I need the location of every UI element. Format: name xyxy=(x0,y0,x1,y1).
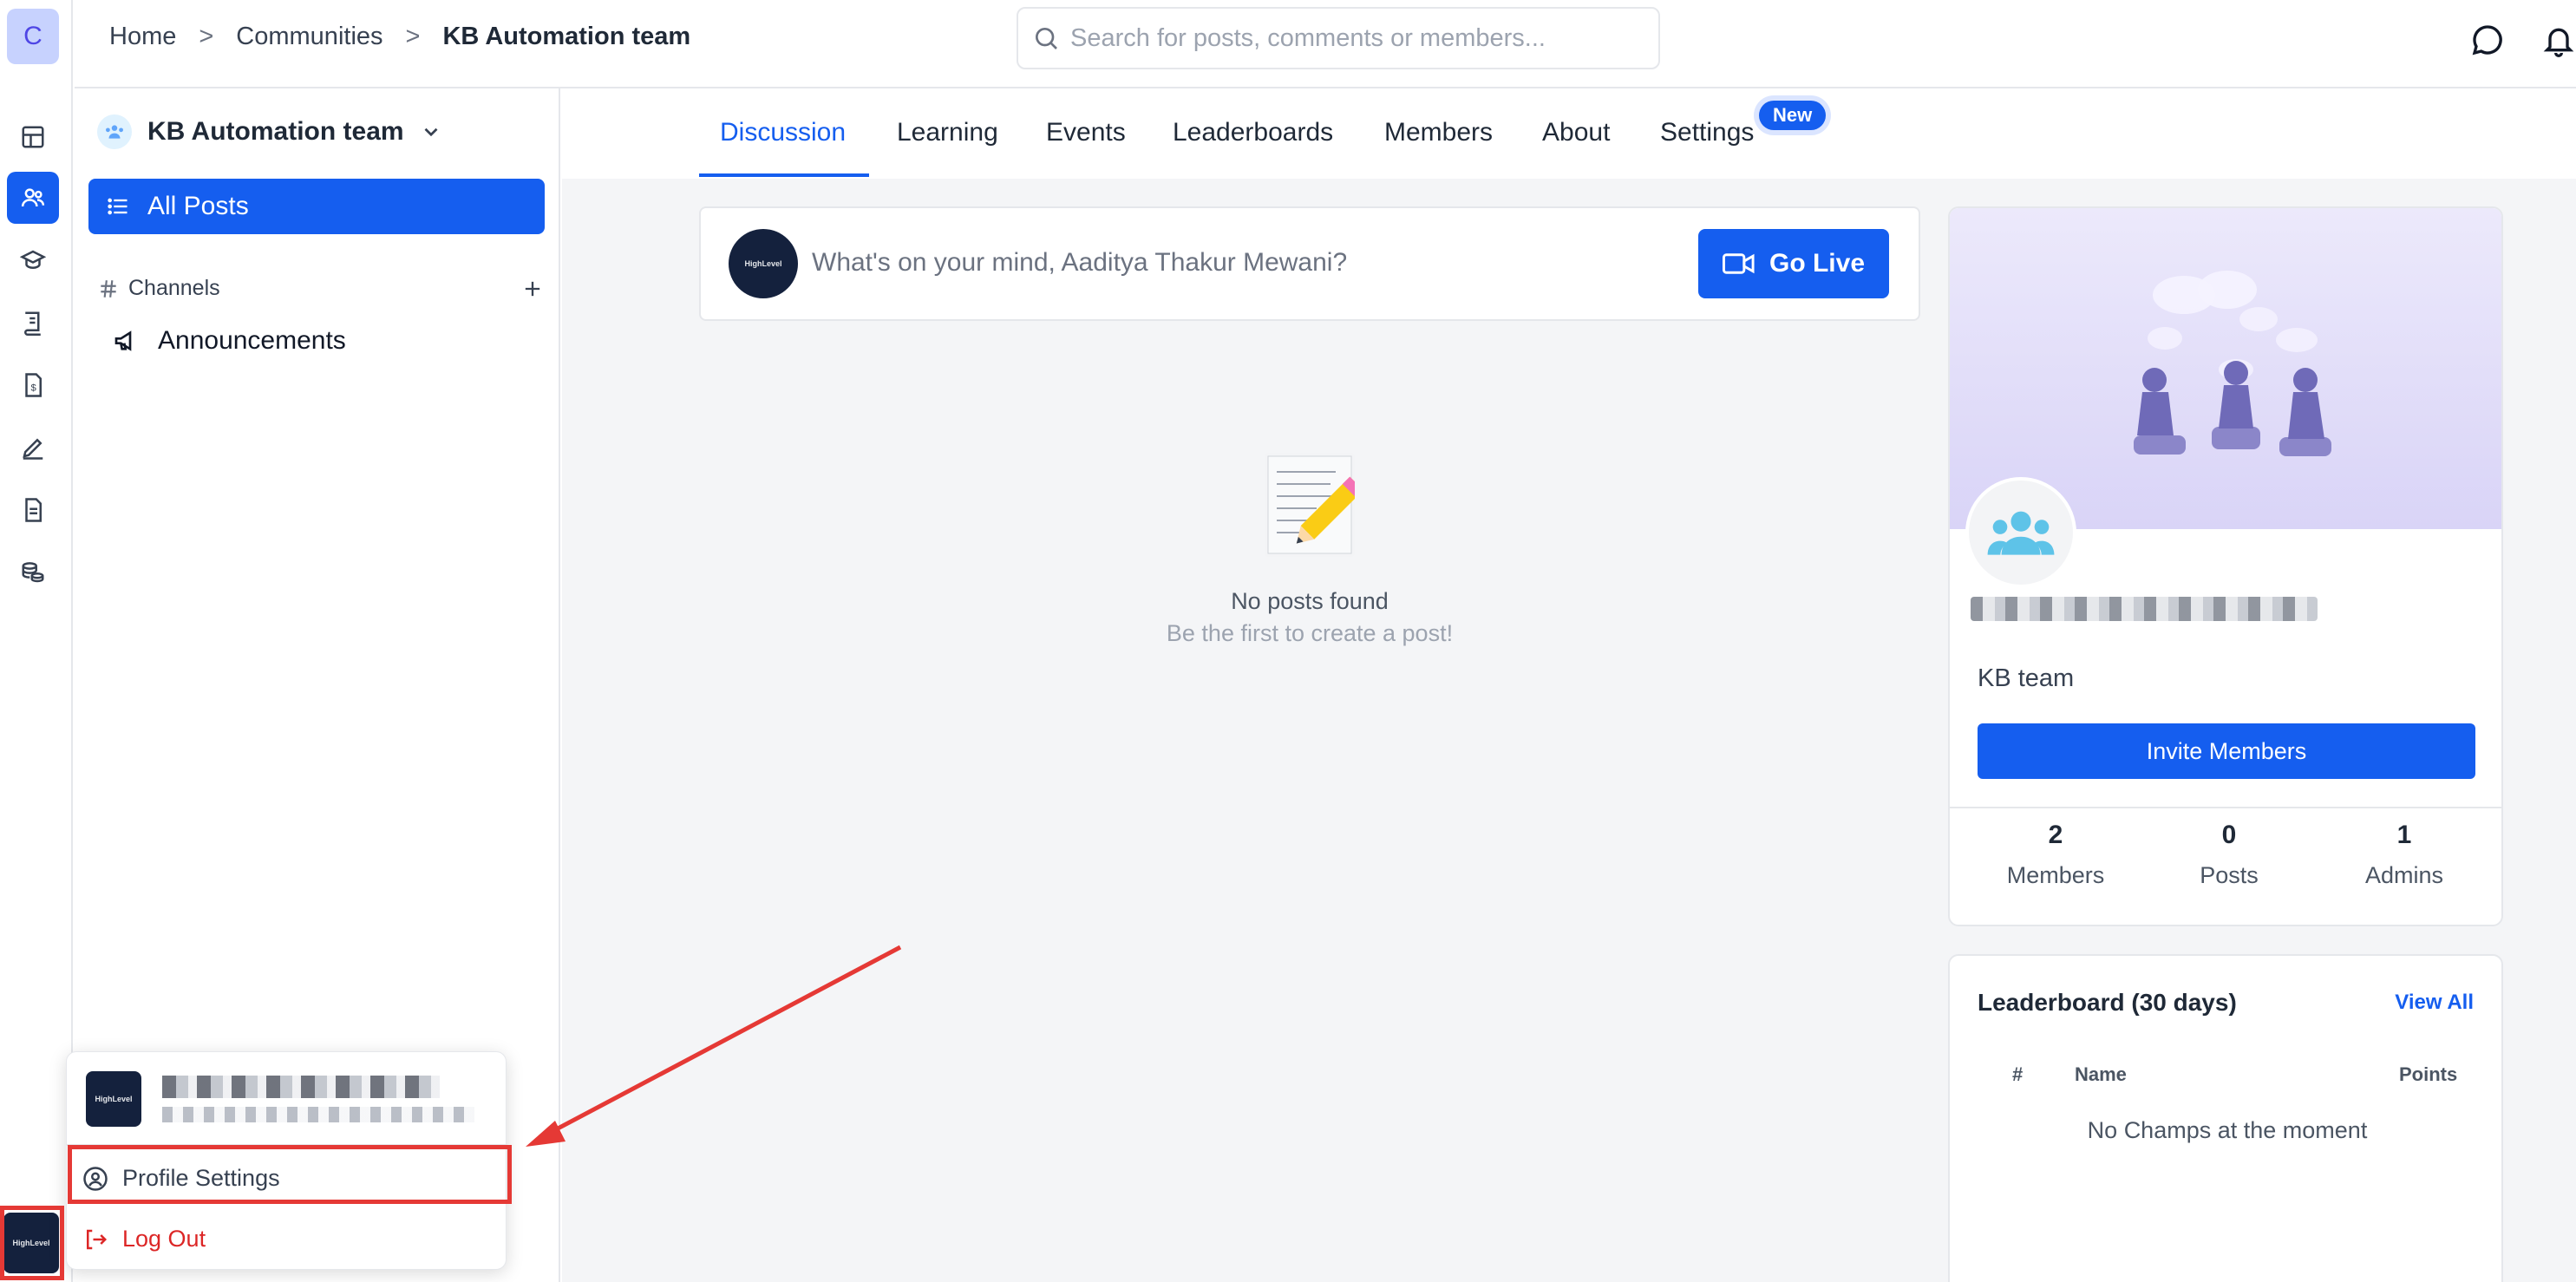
empty-title: No posts found xyxy=(1231,588,1389,614)
dashboard-icon[interactable] xyxy=(7,111,59,163)
highlevel-logo: HighLevel xyxy=(744,259,782,268)
leaderboard-title: Leaderboard (30 days) xyxy=(1978,989,2237,1016)
leaderboard-col-rank: # xyxy=(2012,1063,2024,1085)
coins-icon[interactable] xyxy=(7,546,59,598)
tab-discussion[interactable]: Discussion xyxy=(720,118,846,147)
leaderboard-col-name: Name xyxy=(2075,1063,2127,1085)
go-live-button[interactable]: Go Live xyxy=(1698,229,1889,298)
tab-leaderboards[interactable]: Leaderboards xyxy=(1173,118,1333,147)
channels-label: Channels xyxy=(128,276,220,300)
invite-members-button[interactable]: Invite Members xyxy=(1978,723,2475,779)
account-avatar[interactable]: C xyxy=(7,9,59,64)
memo-pencil-icon xyxy=(1265,453,1363,557)
community-about-card: KB team Invite Members 2 Members 0 Posts… xyxy=(1948,206,2503,926)
breadcrumb-separator: > xyxy=(199,23,214,50)
popup-avatar: HighLevel xyxy=(86,1071,141,1127)
chevron-down-icon xyxy=(424,128,438,137)
communities-icon[interactable] xyxy=(7,172,59,224)
tab-settings[interactable]: Settings xyxy=(1660,118,1754,147)
all-posts-label: All Posts xyxy=(147,192,249,220)
go-live-label: Go Live xyxy=(1769,249,1866,278)
tab-members[interactable]: Members xyxy=(1384,118,1493,147)
all-posts-nav[interactable]: All Posts xyxy=(88,179,545,234)
channels-header: Channels xyxy=(97,276,545,301)
channel-label: Announcements xyxy=(158,326,346,355)
community-description: KB team xyxy=(1978,664,2075,692)
breadcrumb-communities[interactable]: Communities xyxy=(236,23,382,51)
leaderboard-col-points: Points xyxy=(2399,1063,2458,1085)
community-name: KB Automation team xyxy=(147,117,404,146)
profile-settings-highlight xyxy=(68,1145,512,1204)
hash-icon xyxy=(101,279,116,298)
tab-about[interactable]: About xyxy=(1542,118,1610,147)
popup-user-info: HighLevel xyxy=(86,1071,474,1127)
empty-state: No posts found Be the first to create a … xyxy=(699,453,1920,647)
pen-icon[interactable] xyxy=(7,422,59,474)
community-name-redacted xyxy=(1971,597,2318,621)
chat-icon[interactable] xyxy=(2470,23,2505,57)
add-channel-icon[interactable] xyxy=(520,277,545,301)
stat-value: 1 xyxy=(2396,821,2412,849)
community-group-icon xyxy=(97,114,132,149)
log-out-icon xyxy=(87,1229,108,1249)
log-out-label: Log Out xyxy=(122,1226,206,1252)
new-badge: New xyxy=(1759,101,1827,130)
invoice-icon[interactable]: $ xyxy=(7,359,59,411)
stat-label: Posts xyxy=(2200,862,2259,888)
breadcrumb-current: KB Automation team xyxy=(442,23,691,50)
search-icon xyxy=(1036,28,1057,49)
stat-value: 2 xyxy=(2048,821,2063,849)
highlevel-logo: HighLevel xyxy=(95,1095,133,1103)
community-selector[interactable]: KB Automation team xyxy=(97,114,442,149)
stat-label: Members xyxy=(2006,862,2105,888)
user-name-redacted xyxy=(162,1076,440,1098)
search-input[interactable] xyxy=(1070,23,1643,53)
top-header: Home > Communities > KB Automation team xyxy=(75,0,2576,88)
post-composer[interactable]: HighLevel What's on your mind, Aaditya T… xyxy=(699,206,1920,321)
avatar-highlight xyxy=(0,1206,64,1280)
view-all-link[interactable]: View All xyxy=(2395,991,2474,1015)
active-tab-indicator xyxy=(699,173,869,177)
bell-icon[interactable] xyxy=(2541,23,2576,57)
left-rail: C $ HighLevel xyxy=(0,0,73,1282)
stat-admins: 1 Admins xyxy=(2318,821,2491,889)
stat-posts: 0 Posts xyxy=(2142,821,2316,889)
list-icon xyxy=(108,198,127,215)
megaphone-icon xyxy=(114,330,132,351)
stats-divider xyxy=(1950,807,2501,808)
leaderboard-card: Leaderboard (30 days) View All # Name Po… xyxy=(1948,954,2503,1282)
stat-members: 2 Members xyxy=(1969,821,2142,889)
leaderboard-empty: No Champs at the moment xyxy=(2087,1117,2368,1143)
main-content: Discussion Learning Events Leaderboards … xyxy=(562,88,2576,1282)
tab-events[interactable]: Events xyxy=(1046,118,1126,147)
community-avatar xyxy=(1965,477,2076,588)
user-email-redacted xyxy=(162,1107,474,1122)
document-icon[interactable] xyxy=(7,484,59,536)
composer-placeholder[interactable]: What's on your mind, Aaditya Thakur Mewa… xyxy=(812,248,1347,278)
breadcrumb-home[interactable]: Home xyxy=(109,23,176,51)
breadcrumb-separator: > xyxy=(405,23,421,50)
empty-subtitle: Be the first to create a post! xyxy=(1166,620,1454,646)
svg-text:$: $ xyxy=(31,383,37,393)
tab-learning[interactable]: Learning xyxy=(897,118,998,147)
stat-label: Admins xyxy=(2364,862,2444,888)
log-out-item[interactable]: Log Out xyxy=(82,1226,206,1253)
channel-announcements[interactable]: Announcements xyxy=(113,326,346,356)
breadcrumb: Home > Communities > KB Automation team xyxy=(109,23,690,51)
video-camera-icon xyxy=(1722,253,1755,274)
courses-icon[interactable] xyxy=(7,234,59,286)
search-bar[interactable] xyxy=(1017,7,1660,69)
book-icon[interactable] xyxy=(7,297,59,349)
stat-value: 0 xyxy=(2221,821,2237,849)
community-tabs: Discussion Learning Events Leaderboards … xyxy=(562,88,2576,179)
composer-avatar: HighLevel xyxy=(729,229,798,298)
